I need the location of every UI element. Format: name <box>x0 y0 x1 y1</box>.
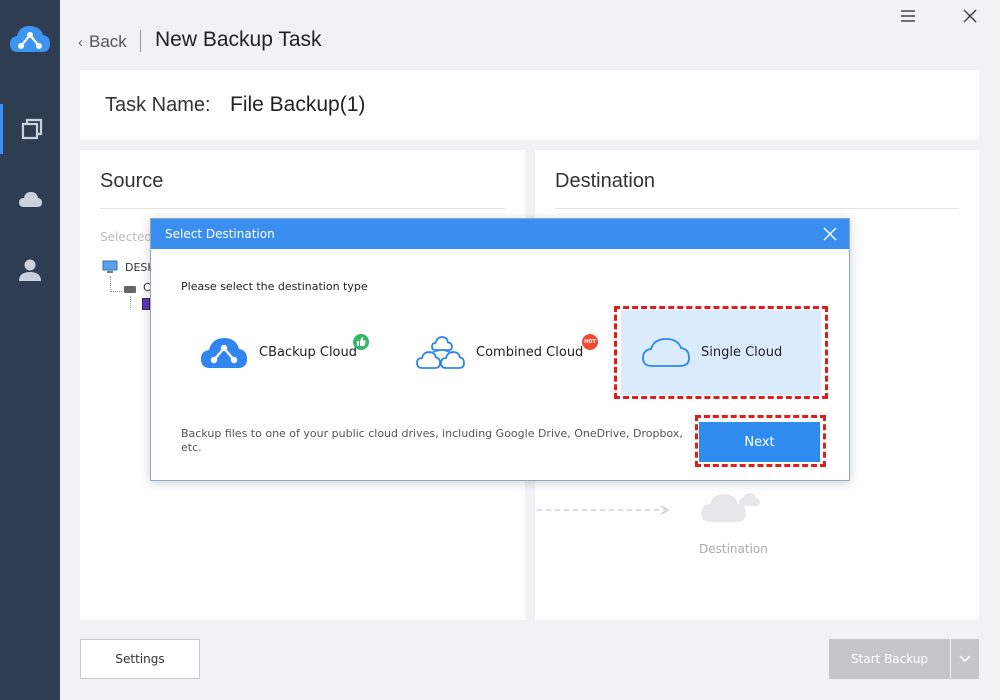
copy-icon <box>21 118 42 140</box>
title-separator <box>140 30 141 52</box>
cloud-icon <box>19 192 42 207</box>
thumbs-up-icon <box>353 334 369 350</box>
menu-icon[interactable] <box>900 9 916 23</box>
back-button[interactable]: ‹ Back <box>78 32 127 52</box>
option-label: Single Cloud <box>701 345 783 360</box>
dialog-description: Backup files to one of your public cloud… <box>181 427 683 454</box>
tree-connector <box>130 296 131 308</box>
sidebar-item-account[interactable] <box>0 245 60 295</box>
task-name-value[interactable]: File Backup(1) <box>230 93 365 117</box>
sidebar-item-backup[interactable] <box>0 104 60 154</box>
option-label: CBackup Cloud <box>259 345 357 360</box>
dialog-title: Select Destination <box>165 227 275 241</box>
back-label: Back <box>89 32 127 51</box>
task-name-label: Task Name: <box>105 94 211 116</box>
destination-title: Destination <box>555 170 656 192</box>
tree-connector <box>110 276 111 292</box>
close-window-icon[interactable] <box>962 8 978 24</box>
task-name-panel: Task Name: File Backup(1) <box>80 70 979 140</box>
cbackup-cloud-icon <box>201 337 247 368</box>
option-cbackup-cloud[interactable]: CBackup Cloud <box>199 310 389 395</box>
source-divider <box>100 208 505 209</box>
tree-connector <box>110 291 122 292</box>
combined-cloud-icon <box>416 335 465 369</box>
hot-badge-icon: HOT <box>582 334 598 350</box>
start-backup-dropdown[interactable] <box>951 639 979 679</box>
selected-hint: Selected <box>100 230 153 244</box>
destination-cloud-icon[interactable] <box>699 488 761 526</box>
cbackup-logo-icon <box>10 26 50 52</box>
single-cloud-icon <box>642 337 690 367</box>
sidebar-item-cloud[interactable] <box>0 175 60 225</box>
close-icon[interactable] <box>823 227 837 241</box>
settings-button[interactable]: Settings <box>80 639 200 679</box>
select-destination-dialog: Select Destination Please select the des… <box>150 218 850 481</box>
next-button[interactable]: Next <box>699 422 820 462</box>
computer-icon <box>102 260 118 273</box>
start-backup-button[interactable]: Start Backup <box>829 639 950 679</box>
destination-divider <box>555 208 959 209</box>
option-label: Combined Cloud <box>476 345 584 360</box>
source-title: Source <box>100 170 164 192</box>
destination-target-label: Destination <box>699 542 768 556</box>
sidebar <box>0 0 60 700</box>
option-single-cloud[interactable]: Single Cloud <box>621 310 821 395</box>
flow-arrow-icon <box>537 505 670 515</box>
option-combined-cloud[interactable]: Combined Cloud HOT <box>416 310 616 395</box>
dialog-header: Select Destination <box>151 219 849 249</box>
chevron-down-icon <box>959 655 971 663</box>
chevron-left-icon: ‹ <box>78 33 83 51</box>
dialog-prompt: Please select the destination type <box>181 280 368 293</box>
user-icon <box>19 259 41 281</box>
drive-icon <box>124 286 136 293</box>
page-title: New Backup Task <box>155 28 322 51</box>
folder-icon[interactable] <box>142 298 150 310</box>
